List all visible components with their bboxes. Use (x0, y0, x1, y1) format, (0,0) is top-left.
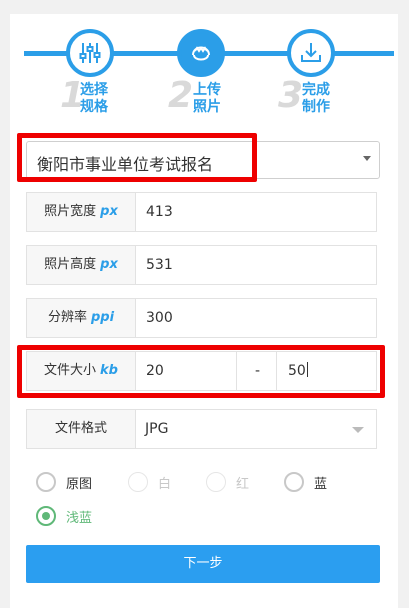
filesize-max-input[interactable]: 50 (288, 352, 308, 390)
bg-option-blue[interactable]: 蓝 (284, 472, 327, 492)
range-separator: - (255, 363, 261, 379)
radio-circle (206, 472, 226, 492)
width-label: 照片宽度 px (27, 193, 136, 231)
width-row: 照片宽度 px 413 (26, 192, 377, 232)
height-row: 照片高度 px 531 (26, 245, 377, 285)
radio-circle (36, 506, 56, 526)
filesize-min-input[interactable]: 20 (146, 352, 164, 390)
dpi-label: 分辨率 ppi (27, 299, 136, 337)
divider (236, 352, 237, 390)
step-number: 2 (168, 75, 194, 116)
bg-option-red: 红 (206, 472, 249, 492)
width-input[interactable]: 413 (146, 193, 173, 231)
step-progress: 1 选择 规格 2 上传 照片 3 完成 制作 (10, 14, 398, 124)
chevron-down-icon[interactable] (352, 427, 364, 433)
format-select[interactable]: JPG (145, 410, 168, 448)
sliders-icon (66, 29, 114, 77)
radio-circle (36, 472, 56, 492)
height-label: 照片高度 px (27, 246, 136, 284)
dpi-row: 分辨率 ppi 300 (26, 298, 377, 338)
format-label: 文件格式 (27, 410, 136, 448)
bg-option-original[interactable]: 原图 (36, 472, 92, 492)
step-label-select: 选择 规格 (80, 82, 108, 115)
filesize-row: 文件大小 kb 20 - 50 (26, 351, 377, 391)
spec-select-value: 衡阳市事业单位考试报名 (37, 155, 214, 174)
step-label-finish: 完成 制作 (302, 82, 330, 115)
dpi-input[interactable]: 300 (146, 299, 173, 337)
download-icon (287, 29, 335, 77)
portrait-icon (177, 29, 225, 77)
divider (276, 352, 277, 390)
filesize-label: 文件大小 kb (27, 352, 136, 390)
bg-option-light-blue[interactable]: 浅蓝 (36, 506, 92, 526)
step-label-upload: 上传 照片 (193, 82, 221, 115)
bg-option-white: 白 (128, 472, 171, 492)
format-row: 文件格式 JPG (26, 409, 377, 449)
next-step-button[interactable]: 下一步 (26, 545, 380, 583)
radio-circle (128, 472, 148, 492)
spec-select[interactable]: 衡阳市事业单位考试报名 (26, 141, 380, 179)
chevron-down-icon (363, 156, 371, 161)
photo-spec-card: 1 选择 规格 2 上传 照片 3 完成 制作 衡阳市事业单位考试报名 照片宽度… (10, 14, 398, 608)
height-input[interactable]: 531 (146, 246, 173, 284)
radio-circle (284, 472, 304, 492)
step-number: 3 (278, 75, 304, 116)
